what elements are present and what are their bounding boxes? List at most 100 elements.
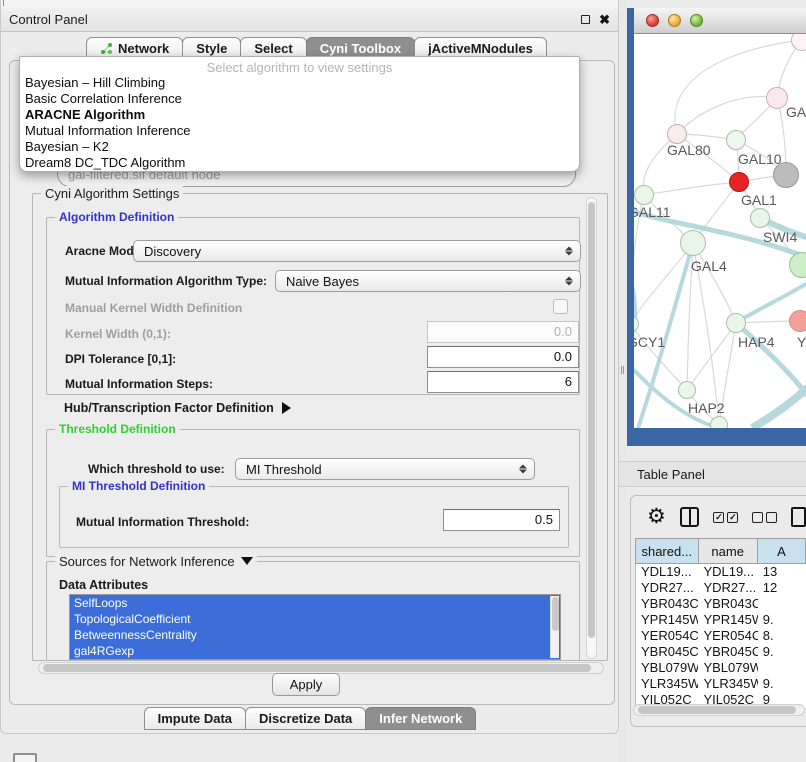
node-label: GAL10 — [738, 151, 782, 167]
network-node-gal4[interactable] — [680, 230, 706, 256]
table-cell: 9. — [758, 612, 806, 628]
table-cell — [758, 596, 806, 612]
algorithm-option[interactable]: Dream8 DC_TDC Algorithm — [20, 155, 579, 171]
network-node-hap4[interactable] — [726, 313, 746, 333]
network-node-y[interactable] — [789, 310, 806, 332]
column-header-shared[interactable]: shared... — [636, 539, 699, 563]
mac-minimize-icon[interactable] — [668, 14, 681, 27]
mi-steps-label: Mutual Information Steps: — [65, 377, 213, 391]
cyni-bottom-tabbar: Impute Data Discretize DataInfer Network — [1, 707, 620, 730]
table-cell: YDR27... — [698, 580, 757, 596]
node-label: GAL1 — [741, 192, 777, 208]
document-icon[interactable] — [791, 507, 806, 527]
table-horizontal-scrollbar[interactable] — [633, 704, 805, 716]
table-row[interactable]: YDL19...YDL19...13 — [636, 564, 806, 580]
settings-vertical-scrollbar[interactable] — [586, 197, 597, 659]
mac-close-icon[interactable] — [646, 14, 659, 27]
sources-group: Sources for Network Inference Data Attri… — [46, 561, 580, 661]
table-row[interactable]: YBR045CYBR045C9. — [636, 644, 806, 660]
list-scrollbar[interactable] — [550, 596, 559, 658]
bottom-tab-impute-data[interactable]: Impute Data — [144, 707, 246, 730]
table-row[interactable]: YBL079WYBL079W — [636, 660, 806, 676]
column-header-name[interactable]: name — [699, 539, 758, 563]
node-label: HAP2 — [688, 400, 725, 416]
table-panel-titlebar: Table Panel — [619, 461, 806, 487]
network-node-gal[interactable] — [766, 87, 788, 109]
table-row[interactable]: YDR27...YDR27...12 — [636, 580, 806, 596]
table-toolbar: ⚙ ✓✓ — [631, 496, 806, 538]
network-node-hap2[interactable] — [678, 381, 696, 399]
table-row[interactable]: YER054CYER054C8. — [636, 628, 806, 644]
table-cell: YDR27... — [636, 580, 698, 596]
sources-group-title[interactable]: Sources for Network Inference — [55, 554, 257, 569]
attribute-item[interactable]: BetweennessCentrality — [70, 627, 560, 643]
bottom-tab-discretize-data[interactable]: Discretize Data — [245, 707, 366, 730]
panel-title: Control Panel — [9, 12, 88, 27]
table-cell: YER054C — [698, 628, 757, 644]
algorithm-option[interactable]: Basic Correlation Inference — [20, 91, 579, 107]
table-row[interactable]: YLR345WYLR345W9. — [636, 676, 806, 692]
table-row[interactable]: YBR043CYBR043C — [636, 596, 806, 612]
algorithm-definition-title: Algorithm Definition — [55, 210, 178, 224]
hub-definition-label: Hub/Transcription Factor Definition — [64, 401, 274, 415]
table-cell: 8. — [758, 628, 806, 644]
algorithm-option[interactable]: Mutual Information Inference — [20, 123, 579, 139]
columns-icon[interactable] — [680, 507, 700, 527]
network-node-gal1[interactable] — [729, 172, 749, 192]
network-node[interactable] — [710, 416, 728, 428]
float-window-icon[interactable] — [581, 15, 590, 24]
control-panel-titlebar: Control Panel ✖ — [1, 8, 618, 32]
bottom-tab-infer-network[interactable]: Infer Network — [365, 707, 476, 730]
data-attributes-list[interactable]: SelfLoopsTopologicalCoefficientBetweenne… — [69, 594, 561, 660]
attribute-item[interactable]: TopologicalCoefficient — [70, 611, 560, 627]
network-node-gal80[interactable] — [667, 124, 687, 144]
column-header-a[interactable]: A — [758, 539, 806, 563]
apply-button[interactable]: Apply — [272, 673, 340, 696]
node-label: GAL80 — [667, 142, 711, 158]
mac-zoom-icon[interactable] — [690, 14, 703, 27]
algorithm-option[interactable]: Bayesian – Hill Climbing — [20, 75, 579, 91]
table-cell: YLR345W — [698, 676, 757, 692]
table-cell: 9. — [758, 676, 806, 692]
network-node[interactable] — [773, 162, 799, 188]
algorithm-option[interactable]: Bayesian – K2 — [20, 139, 579, 155]
table-cell: YBL079W — [636, 660, 698, 676]
dpi-tolerance-field[interactable]: 0.0 — [427, 346, 579, 368]
table-cell: YBL079W — [698, 660, 757, 676]
algorithm-definition-group: Algorithm Definition Aracne Mode: Discov… — [46, 217, 580, 395]
gear-icon[interactable]: ⚙ — [647, 507, 666, 527]
network-node-swi4[interactable] — [750, 208, 770, 228]
node-label: HAP4 — [738, 334, 775, 350]
network-node-gal10[interactable] — [726, 130, 746, 150]
panel-split-divider[interactable] — [619, 0, 627, 762]
network-window-titlebar[interactable] — [634, 8, 806, 34]
tab-label: Impute Data — [158, 708, 232, 729]
table-row[interactable]: YPR145WYPR145W9. — [636, 612, 806, 628]
manual-kernel-checkbox[interactable] — [553, 299, 568, 314]
mi-threshold-label: Mutual Information Threshold: — [76, 515, 249, 529]
mi-threshold-group: MI Threshold Definition Mutual Informati… — [59, 486, 569, 548]
aracne-mode-combobox[interactable]: Discovery — [133, 240, 581, 262]
node-label: GAL — [786, 104, 806, 120]
mi-type-combobox[interactable]: Naive Bayes — [275, 270, 581, 292]
combo-arrows-icon — [519, 465, 527, 474]
deselect-all-checkboxes-icon[interactable] — [752, 512, 777, 523]
which-threshold-combobox[interactable]: MI Threshold — [235, 458, 535, 480]
select-all-checkboxes-icon[interactable]: ✓✓ — [713, 512, 738, 523]
table-cell: YPR145W — [698, 612, 757, 628]
mi-threshold-field[interactable]: 0.5 — [443, 509, 560, 531]
network-canvas[interactable]: GALGAL80GAL10GAL1GAL11SWI4GAL4GCY1HAP4YH… — [634, 34, 806, 428]
algorithm-option[interactable]: ARACNE Algorithm — [20, 107, 579, 123]
mi-steps-field[interactable]: 6 — [427, 371, 579, 393]
manual-kernel-label: Manual Kernel Width Definition — [65, 301, 242, 315]
kernel-width-field[interactable]: 0.0 — [427, 321, 579, 343]
minimized-panel-icon[interactable] — [13, 753, 37, 762]
attribute-item[interactable]: gal4RGexp — [70, 643, 560, 659]
close-icon[interactable]: ✖ — [599, 15, 610, 25]
attribute-item[interactable]: SelfLoops — [70, 595, 560, 611]
hub-definition-toggle[interactable]: Hub/Transcription Factor Definition — [64, 401, 291, 415]
table-cell: YDL19... — [636, 564, 698, 580]
data-attributes-label: Data Attributes — [59, 578, 148, 592]
network-node-gal11[interactable] — [634, 185, 654, 205]
table-cell — [758, 660, 806, 676]
